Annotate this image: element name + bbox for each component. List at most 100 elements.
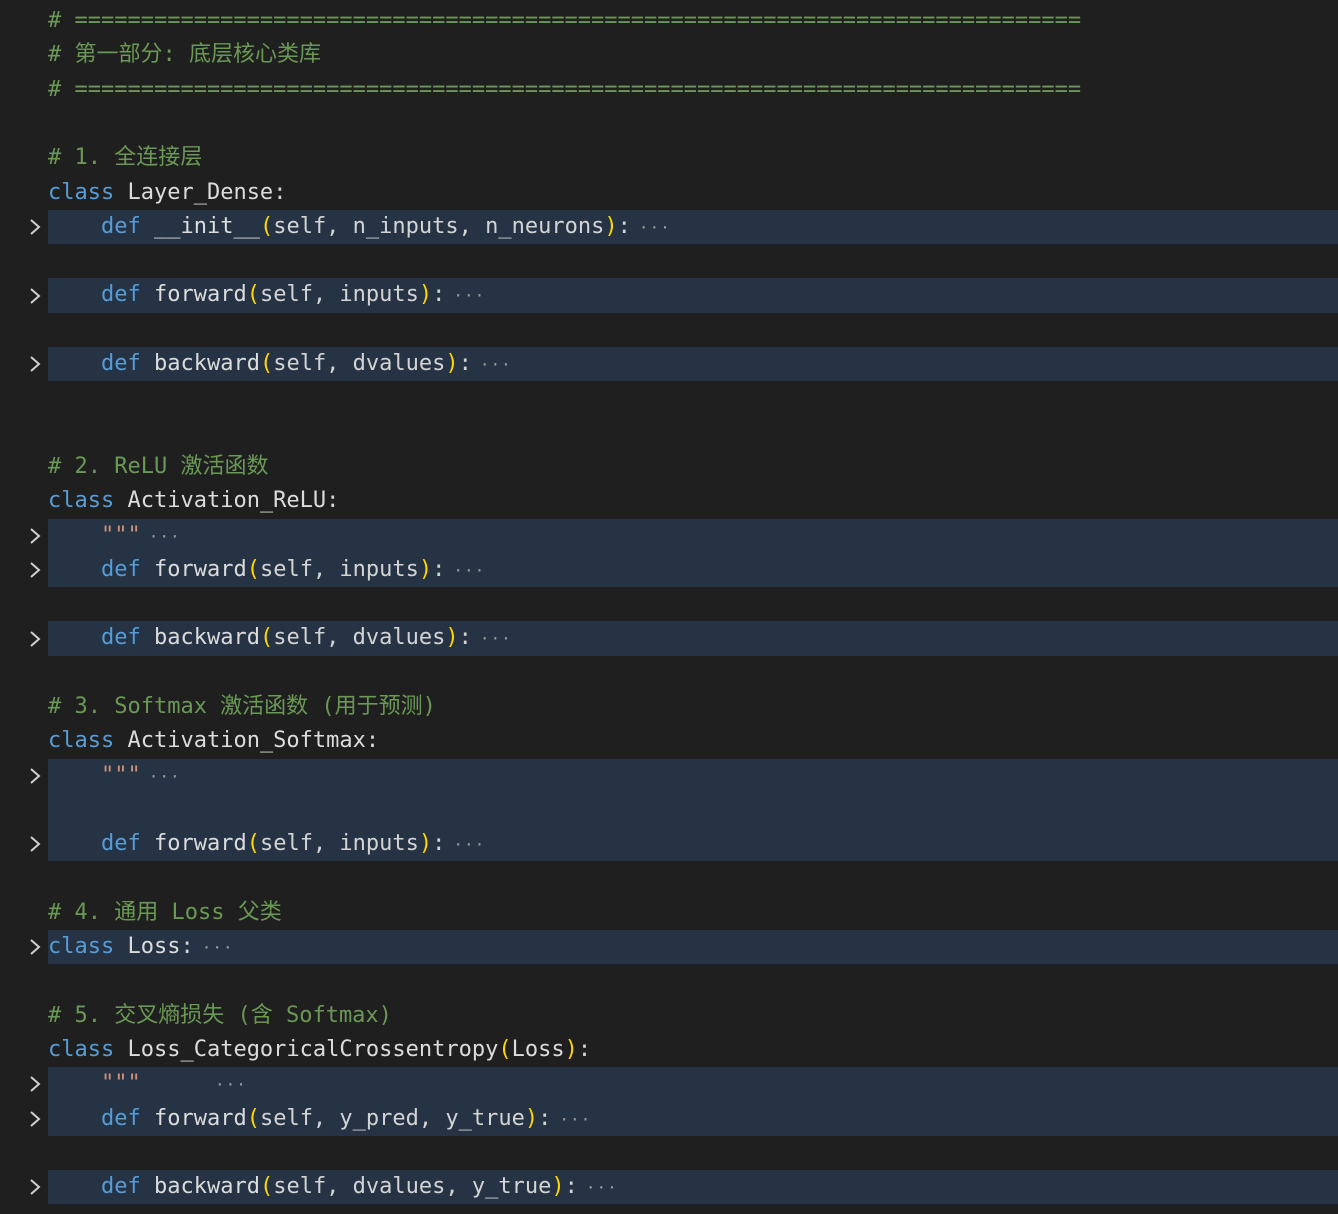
code-line[interactable]: def forward(self, inputs): ··· xyxy=(0,827,1338,862)
folded-ellipsis-icon[interactable]: ··· xyxy=(480,355,512,374)
code-line-content: # 4. 通用 Loss 父类 xyxy=(48,896,282,930)
code-line-content: """ ··· xyxy=(48,519,181,554)
code-colon: : xyxy=(432,282,446,308)
code-line[interactable]: class Loss_CategoricalCrossentropy(Loss)… xyxy=(0,1033,1338,1067)
fold-chevron-icon[interactable] xyxy=(26,278,44,312)
code-line[interactable]: def backward(self, dvalues, y_true): ··· xyxy=(0,1170,1338,1205)
code-line[interactable] xyxy=(0,381,1338,415)
fold-chevron-icon[interactable] xyxy=(26,347,44,381)
folded-ellipsis-icon[interactable]: ··· xyxy=(586,1178,618,1197)
code-line[interactable]: # 4. 通用 Loss 父类 xyxy=(0,896,1338,930)
class-name: Layer_Dense xyxy=(127,179,274,205)
code-comment: # 5. 交叉熵损失 (含 Softmax) xyxy=(48,1002,392,1028)
code-line[interactable]: def __init__(self, n_inputs, n_neurons):… xyxy=(0,209,1338,245)
code-colon: : xyxy=(432,831,446,857)
folded-ellipsis-icon[interactable]: ··· xyxy=(215,1075,247,1094)
code-line[interactable] xyxy=(0,107,1338,141)
bracket: ) xyxy=(551,1174,565,1200)
code-line[interactable]: def forward(self, inputs): ··· xyxy=(0,552,1338,588)
keyword-class: class xyxy=(48,934,115,960)
function-params: self, inputs xyxy=(259,556,419,582)
code-line[interactable] xyxy=(0,964,1338,998)
code-line[interactable] xyxy=(0,416,1338,450)
code-comment: # 1. 全连接层 xyxy=(48,145,203,171)
code-editor[interactable]: # ======================================… xyxy=(0,0,1338,1214)
code-line[interactable] xyxy=(0,862,1338,896)
code-line[interactable]: class Layer_Dense: xyxy=(0,176,1338,210)
bracket: ( xyxy=(259,625,274,651)
code-line[interactable] xyxy=(0,244,1338,278)
code-line[interactable]: # ======================================… xyxy=(0,4,1338,38)
folded-ellipsis-icon[interactable]: ··· xyxy=(453,286,485,305)
fold-chevron-icon[interactable] xyxy=(26,827,44,861)
code-line-content: # 2. ReLU 激活函数 xyxy=(48,450,268,484)
function-params: self, dvalues xyxy=(273,625,446,651)
folded-ellipsis-icon[interactable]: ··· xyxy=(453,835,485,854)
bracket: ( xyxy=(498,1037,512,1062)
function-name: forward xyxy=(153,831,247,857)
folded-ellipsis-icon[interactable]: ··· xyxy=(639,218,671,237)
folded-ellipsis-icon[interactable]: ··· xyxy=(149,527,181,546)
code-line[interactable]: """ ··· xyxy=(0,1067,1338,1102)
code-line[interactable] xyxy=(0,1136,1338,1170)
fold-chevron-icon[interactable] xyxy=(26,210,44,244)
code-colon: : xyxy=(458,625,472,651)
bracket: ( xyxy=(246,1105,260,1131)
code-colon: : xyxy=(326,488,340,514)
bracket: ( xyxy=(259,351,274,376)
code-line-content: def __init__(self, n_inputs, n_neurons):… xyxy=(48,210,671,245)
folded-ellipsis-icon[interactable]: ··· xyxy=(480,629,512,648)
code-line[interactable]: def forward(self, y_pred, y_true): ··· xyxy=(0,1101,1338,1137)
folded-ellipsis-icon[interactable]: ··· xyxy=(149,767,181,786)
code-line-content: def forward(self, y_pred, y_true): ··· xyxy=(48,1102,591,1137)
function-params: self, n_inputs, n_neurons xyxy=(273,213,605,239)
fold-chevron-icon[interactable] xyxy=(26,1170,44,1204)
code-line[interactable] xyxy=(0,313,1338,347)
code-colon: : xyxy=(365,728,380,754)
bracket: ) xyxy=(604,213,618,239)
code-line[interactable]: class Activation_Softmax: xyxy=(0,724,1338,758)
docstring: """ xyxy=(100,1071,141,1097)
code-line[interactable]: # ======================================… xyxy=(0,73,1338,107)
code-line[interactable]: class Activation_ReLU: xyxy=(0,484,1338,518)
keyword-class: class xyxy=(48,1037,115,1062)
fold-chevron-icon[interactable] xyxy=(26,553,44,587)
code-line[interactable]: """ ··· xyxy=(0,518,1338,554)
code-line[interactable]: class Loss: ··· xyxy=(0,930,1338,965)
folded-ellipsis-icon[interactable]: ··· xyxy=(559,1110,591,1129)
folded-ellipsis-icon[interactable]: ··· xyxy=(453,561,485,580)
fold-chevron-icon[interactable] xyxy=(26,621,44,655)
fold-chevron-icon[interactable] xyxy=(26,759,44,793)
fold-chevron-icon[interactable] xyxy=(26,519,44,553)
fold-chevron-icon[interactable] xyxy=(26,1102,44,1136)
function-name: __init__ xyxy=(153,213,260,239)
fold-chevron-icon[interactable] xyxy=(26,1067,44,1101)
docstring: """ xyxy=(100,762,141,788)
code-line[interactable]: def backward(self, dvalues): ··· xyxy=(0,621,1338,656)
code-line[interactable]: def forward(self, inputs): ··· xyxy=(0,278,1338,313)
code-line[interactable]: # 2. ReLU 激活函数 xyxy=(0,450,1338,484)
code-colon: : xyxy=(577,1037,592,1062)
code-line[interactable] xyxy=(0,587,1338,621)
function-name: forward xyxy=(153,1105,247,1131)
code-line-content: # 1. 全连接层 xyxy=(48,141,202,175)
code-line-content: def backward(self, dvalues): ··· xyxy=(48,347,512,382)
code-line[interactable] xyxy=(0,792,1338,828)
code-line[interactable] xyxy=(0,656,1338,690)
code-line[interactable]: # 第一部分: 底层核心类库 xyxy=(0,38,1338,72)
code-line-content: class Loss: ··· xyxy=(48,930,234,965)
code-line[interactable]: # 5. 交叉熵损失 (含 Softmax) xyxy=(0,999,1338,1033)
code-line[interactable]: # 3. Softmax 激活函数 (用于预测) xyxy=(0,690,1338,724)
fold-chevron-icon[interactable] xyxy=(26,930,44,964)
code-line[interactable]: # 1. 全连接层 xyxy=(0,141,1338,175)
code-line[interactable]: def backward(self, dvalues): ··· xyxy=(0,347,1338,382)
code-line[interactable]: """ ··· xyxy=(0,758,1338,794)
folded-ellipsis-icon[interactable]: ··· xyxy=(202,938,234,957)
code-colon: : xyxy=(564,1174,578,1200)
